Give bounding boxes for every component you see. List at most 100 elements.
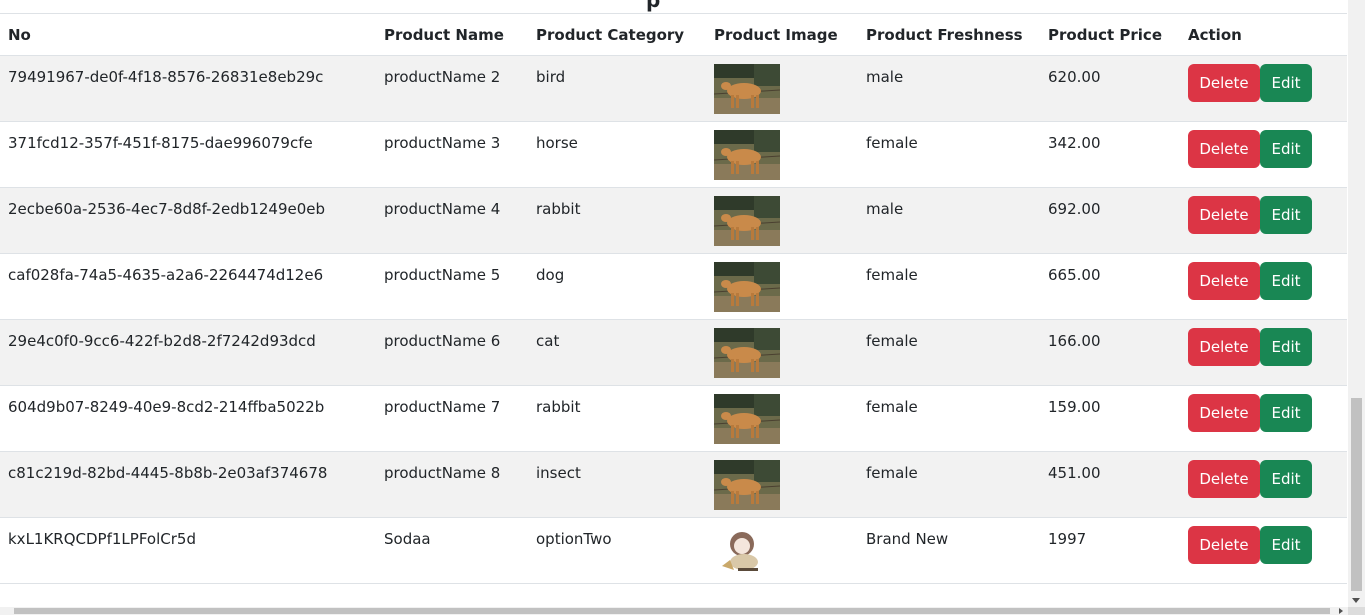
edit-button[interactable]: Edit — [1260, 526, 1312, 564]
table-row: 2ecbe60a-2536-4ec7-8d8f-2edb1249e0eb pro… — [0, 187, 1347, 254]
cell-product-image — [706, 451, 858, 518]
product-category: bird — [536, 68, 566, 86]
cell-product-category: rabbit — [528, 187, 706, 254]
product-id: 604d9b07-8249-40e9-8cd2-214ffba5022b — [8, 398, 325, 416]
cell-no: 79491967-de0f-4f18-8576-26831e8eb29c — [0, 55, 376, 122]
vertical-scrollbar-thumb[interactable] — [1351, 398, 1362, 591]
product-category: dog — [536, 266, 565, 284]
row-actions: Delete Edit — [1188, 328, 1339, 366]
product-name: productName 5 — [384, 266, 501, 284]
horizontal-scrollbar-thumb[interactable] — [14, 608, 1330, 614]
cell-product-category: dog — [528, 253, 706, 320]
cell-no: 371fcd12-357f-451f-8175-dae996079cfe — [0, 121, 376, 188]
edit-button[interactable]: Edit — [1260, 460, 1312, 498]
delete-button[interactable]: Delete — [1188, 328, 1260, 366]
product-category: rabbit — [536, 200, 581, 218]
cell-action: Delete Edit — [1180, 385, 1347, 452]
product-price: 620.00 — [1048, 68, 1101, 86]
scrollbar-corner — [1348, 607, 1365, 615]
cell-action: Delete Edit — [1180, 517, 1347, 584]
delete-button[interactable]: Delete — [1188, 262, 1260, 300]
product-freshness: female — [866, 266, 918, 284]
sticker-image — [714, 526, 780, 576]
cell-product-price: 1997 — [1040, 517, 1180, 584]
cell-product-category: insect — [528, 451, 706, 518]
cell-product-category: bird — [528, 55, 706, 122]
product-category: horse — [536, 134, 578, 152]
product-category: cat — [536, 332, 560, 350]
product-price: 166.00 — [1048, 332, 1101, 350]
cell-action: Delete Edit — [1180, 253, 1347, 320]
cell-no: 29e4c0f0-9cc6-422f-b2d8-2f7242d93dcd — [0, 319, 376, 386]
delete-button[interactable]: Delete — [1188, 394, 1260, 432]
product-category: optionTwo — [536, 530, 612, 548]
row-actions: Delete Edit — [1188, 262, 1339, 300]
cell-action: Delete Edit — [1180, 451, 1347, 518]
cell-product-image — [706, 121, 858, 188]
row-actions: Delete Edit — [1188, 526, 1339, 564]
cell-product-name: productName 7 — [376, 385, 528, 452]
cow-photo-image — [714, 262, 780, 312]
cell-product-freshness: female — [858, 253, 1040, 320]
scroll-right-arrow-icon[interactable] — [1339, 608, 1343, 614]
delete-button[interactable]: Delete — [1188, 460, 1260, 498]
cell-product-name: productName 8 — [376, 451, 528, 518]
cell-product-image — [706, 517, 858, 584]
cell-no: 604d9b07-8249-40e9-8cd2-214ffba5022b — [0, 385, 376, 452]
cow-photo-image — [714, 394, 780, 444]
cell-no: kxL1KRQCDPf1LPFolCr5d — [0, 517, 376, 584]
cell-product-image — [706, 253, 858, 320]
horizontal-scrollbar[interactable] — [0, 607, 1365, 615]
cell-product-freshness: male — [858, 187, 1040, 254]
product-name: productName 2 — [384, 68, 501, 86]
delete-button[interactable]: Delete — [1188, 64, 1260, 102]
cow-photo-image — [714, 460, 780, 510]
cell-product-price: 451.00 — [1040, 451, 1180, 518]
product-freshness: male — [866, 68, 904, 86]
cell-product-category: horse — [528, 121, 706, 188]
product-name: Sodaa — [384, 530, 431, 548]
product-price: 159.00 — [1048, 398, 1101, 416]
cell-product-image — [706, 385, 858, 452]
edit-button[interactable]: Edit — [1260, 262, 1312, 300]
cell-product-name: productName 2 — [376, 55, 528, 122]
edit-button[interactable]: Edit — [1260, 64, 1312, 102]
cell-product-category: optionTwo — [528, 517, 706, 584]
scroll-down-arrow-icon[interactable] — [1352, 598, 1360, 603]
product-price: 1997 — [1048, 530, 1087, 548]
product-freshness: female — [866, 398, 918, 416]
delete-button[interactable]: Delete — [1188, 130, 1260, 168]
delete-button[interactable]: Delete — [1188, 196, 1260, 234]
table-row: kxL1KRQCDPf1LPFolCr5d Sodaa optionTwo Br… — [0, 517, 1347, 584]
header-product-category: Product Category — [528, 13, 706, 56]
row-actions: Delete Edit — [1188, 130, 1339, 168]
cell-product-price: 342.00 — [1040, 121, 1180, 188]
product-freshness: female — [866, 332, 918, 350]
cell-action: Delete Edit — [1180, 319, 1347, 386]
page: p No Product Name Product Category Produ… — [0, 0, 1365, 615]
table-row: 29e4c0f0-9cc6-422f-b2d8-2f7242d93dcd pro… — [0, 319, 1347, 386]
edit-button[interactable]: Edit — [1260, 130, 1312, 168]
edit-button[interactable]: Edit — [1260, 328, 1312, 366]
header-product-price: Product Price — [1040, 13, 1180, 56]
product-name: productName 7 — [384, 398, 501, 416]
edit-button[interactable]: Edit — [1260, 196, 1312, 234]
header-no: No — [0, 13, 376, 56]
product-freshness: male — [866, 200, 904, 218]
table-row: 79491967-de0f-4f18-8576-26831e8eb29c pro… — [0, 55, 1347, 122]
product-category: insect — [536, 464, 581, 482]
product-price: 692.00 — [1048, 200, 1101, 218]
vertical-scrollbar[interactable] — [1348, 0, 1365, 607]
table-body: 79491967-de0f-4f18-8576-26831e8eb29c pro… — [0, 55, 1347, 584]
products-table: No Product Name Product Category Product… — [0, 13, 1347, 584]
product-id: 29e4c0f0-9cc6-422f-b2d8-2f7242d93dcd — [8, 332, 316, 350]
product-name: productName 8 — [384, 464, 501, 482]
product-price: 342.00 — [1048, 134, 1101, 152]
cell-product-freshness: female — [858, 451, 1040, 518]
cell-product-freshness: male — [858, 55, 1040, 122]
table-row: 604d9b07-8249-40e9-8cd2-214ffba5022b pro… — [0, 385, 1347, 452]
edit-button[interactable]: Edit — [1260, 394, 1312, 432]
cell-product-category: rabbit — [528, 385, 706, 452]
cell-product-freshness: female — [858, 385, 1040, 452]
delete-button[interactable]: Delete — [1188, 526, 1260, 564]
